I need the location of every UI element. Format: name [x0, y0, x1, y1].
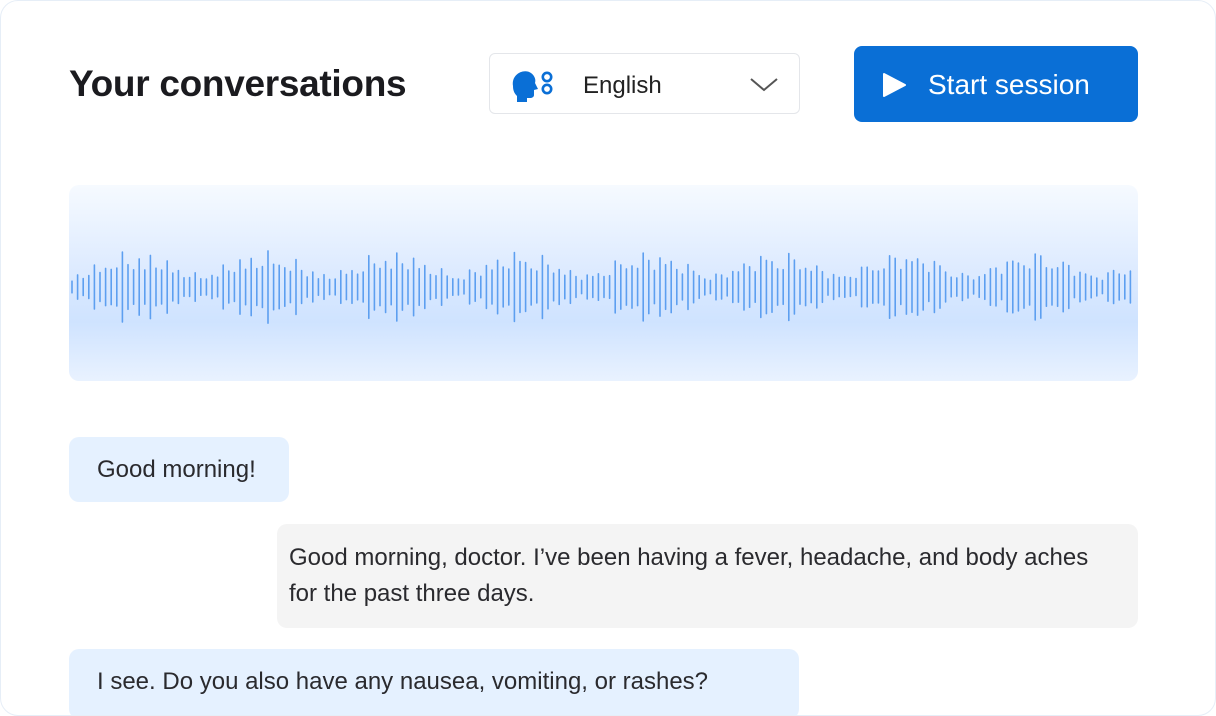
- audio-waveform: [69, 185, 1138, 381]
- language-select[interactable]: English: [489, 53, 800, 114]
- play-icon: [881, 72, 907, 98]
- chevron-down-icon: [749, 74, 779, 94]
- speaking-head-icon: [510, 68, 556, 102]
- start-session-label: Start session: [928, 69, 1090, 100]
- waveform-bars: [71, 250, 1132, 324]
- language-label: English: [583, 72, 662, 99]
- message-doctor: I see. Do you also have any nausea, vomi…: [69, 649, 799, 715]
- message-doctor: Good morning!: [69, 437, 289, 502]
- message-patient: Good morning, doctor. I’ve been having a…: [277, 524, 1138, 628]
- page-title: Your conversations: [69, 63, 407, 104]
- start-session-button[interactable]: Start session: [854, 46, 1138, 122]
- conversation-card: Your conversations English Start session…: [0, 0, 1216, 716]
